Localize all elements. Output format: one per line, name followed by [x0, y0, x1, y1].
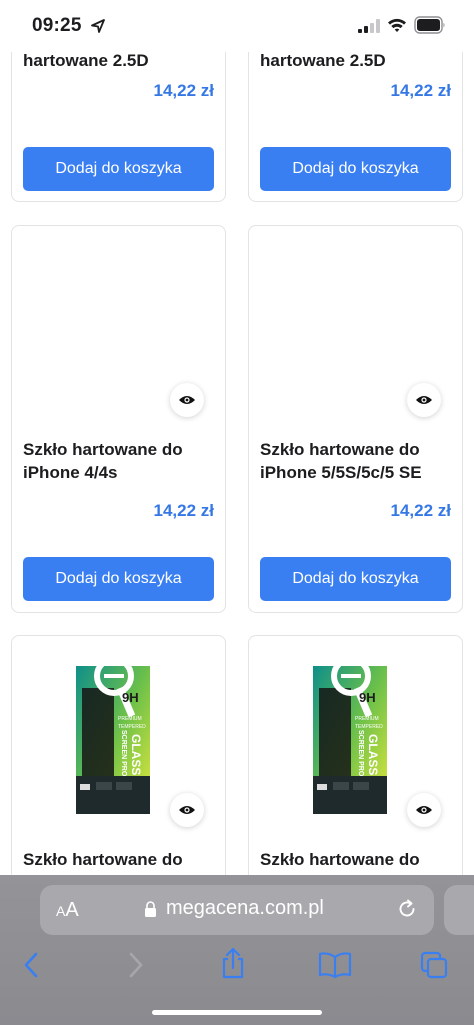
add-to-cart-button[interactable]: Dodaj do koszyka [23, 557, 214, 601]
eye-icon [416, 396, 432, 404]
product-title[interactable]: hartowane 2.5D [23, 49, 219, 72]
eye-icon [179, 806, 195, 814]
status-time: 09:25 [32, 15, 82, 36]
reader-settings-button[interactable]: AA [56, 899, 79, 922]
location-arrow-icon [91, 19, 105, 33]
svg-text:PREMIUM: PREMIUM [118, 716, 142, 722]
tabs-icon[interactable] [420, 951, 448, 979]
cellular-signal-icon [358, 19, 380, 33]
url-text[interactable]: megacena.com.pl [166, 897, 324, 920]
svg-text:9H: 9H [122, 690, 139, 705]
status-bar: 09:25 [0, 0, 474, 52]
svg-text:GLASS: GLASS [129, 734, 143, 775]
product-title[interactable]: Szkło hartowane do iPhone 4/4s [23, 438, 219, 484]
quick-view-button[interactable] [407, 383, 441, 417]
add-to-cart-button[interactable]: Dodaj do koszyka [260, 557, 451, 601]
wifi-icon [388, 18, 406, 32]
share-icon[interactable] [219, 947, 247, 979]
back-icon[interactable] [18, 951, 46, 979]
next-tab-peek[interactable] [444, 885, 474, 935]
eye-icon [179, 396, 195, 404]
lock-icon [145, 901, 156, 917]
browser-toolbar: AA megacena.com.pl [0, 875, 474, 1025]
eye-icon [416, 806, 432, 814]
product-price: 14,22 zł [390, 81, 452, 100]
product-title[interactable]: Szkło hartowane do [260, 848, 456, 871]
address-bar[interactable]: AA megacena.com.pl [40, 885, 434, 935]
battery-icon [414, 16, 445, 34]
tempered-glass-package-image: 9H PREMIUM TEMPERED GLASS SCREEN PRO [313, 658, 387, 814]
bookmarks-icon[interactable] [318, 951, 352, 979]
svg-text:PREMIUM: PREMIUM [355, 716, 379, 722]
svg-text:9H: 9H [359, 690, 376, 705]
quick-view-button[interactable] [407, 793, 441, 827]
tempered-glass-package-image: 9H PREMIUM TEMPERED GLASS SCREEN PRO [76, 658, 150, 814]
svg-text:SCREEN PRO: SCREEN PRO [357, 730, 364, 777]
product-title[interactable]: Szkło hartowane do [23, 848, 219, 871]
add-to-cart-button[interactable]: Dodaj do koszyka [23, 147, 214, 191]
reload-icon[interactable] [396, 898, 418, 920]
home-indicator [152, 1010, 322, 1015]
product-card[interactable]: Szkło hartowane do iPhone 4/4s 14,22 zł … [11, 225, 226, 613]
product-price: 14,22 zł [153, 81, 215, 100]
forward-icon[interactable] [121, 951, 149, 979]
product-title[interactable]: hartowane 2.5D [260, 49, 456, 72]
product-card[interactable]: Szkło hartowane do iPhone 5/5S/5c/5 SE 1… [248, 225, 463, 613]
svg-text:GLASS: GLASS [366, 734, 380, 775]
product-price: 14,22 zł [153, 501, 215, 520]
quick-view-button[interactable] [170, 383, 204, 417]
add-to-cart-button[interactable]: Dodaj do koszyka [260, 147, 451, 191]
product-title[interactable]: Szkło hartowane do iPhone 5/5S/5c/5 SE [260, 438, 456, 484]
quick-view-button[interactable] [170, 793, 204, 827]
svg-text:SCREEN PRO: SCREEN PRO [120, 730, 127, 777]
product-price: 14,22 zł [390, 501, 452, 520]
